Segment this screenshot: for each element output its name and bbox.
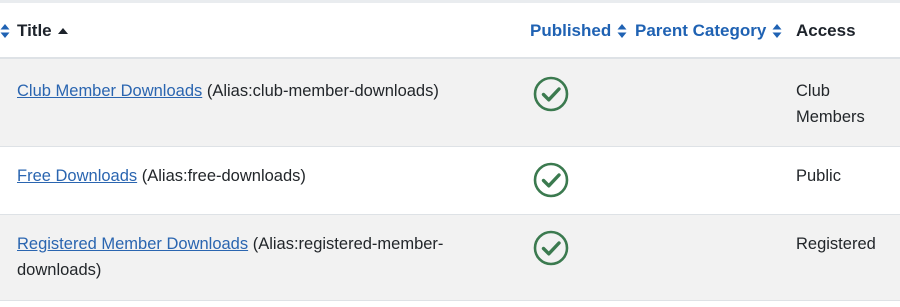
sort-ascending-icon	[57, 26, 68, 36]
category-alias: (Alias:free-downloads)	[141, 167, 306, 185]
column-header-title[interactable]: Title	[17, 3, 68, 59]
access-cell: Registered	[796, 235, 876, 253]
column-header-access-label: Access	[796, 21, 856, 40]
column-header-title-label: Title	[17, 21, 52, 40]
table-row: Free Downloads (Alias:free-downloads) Pu…	[0, 147, 900, 215]
title-cell: Free Downloads (Alias:free-downloads)	[17, 163, 497, 189]
column-header-parent-category-label: Parent Category	[635, 21, 767, 40]
title-cell: Club Member Downloads (Alias:club-member…	[17, 78, 497, 104]
title-cell: Registered Member Downloads (Alias:regis…	[17, 231, 477, 283]
access-cell: Club Members	[796, 82, 865, 126]
published-check-icon	[533, 230, 569, 266]
access-cell: Public	[796, 167, 841, 185]
table-row: Club Member Downloads (Alias:club-member…	[0, 59, 900, 147]
category-table: Title Published Parent Category Access C…	[0, 0, 900, 307]
published-toggle[interactable]	[533, 230, 569, 266]
column-header-published[interactable]: Published	[530, 3, 627, 59]
column-header-access: Access	[796, 3, 856, 59]
table-header: Title Published Parent Category Access	[0, 3, 900, 59]
published-toggle[interactable]	[533, 76, 569, 112]
column-header-published-label: Published	[530, 21, 612, 40]
sort-both-icon	[617, 23, 627, 39]
sort-both-icon	[0, 23, 10, 39]
category-title-link[interactable]: Registered Member Downloads	[17, 235, 248, 253]
category-alias: (Alias:club-member-downloads)	[206, 82, 439, 100]
sort-both-icon	[772, 23, 782, 39]
table-row: Registered Member Downloads (Alias:regis…	[0, 215, 900, 301]
published-toggle[interactable]	[533, 162, 569, 198]
category-title-link[interactable]: Club Member Downloads	[17, 82, 202, 100]
published-check-icon	[533, 76, 569, 112]
checkbox-sort-icon[interactable]	[0, 3, 10, 59]
category-title-link[interactable]: Free Downloads	[17, 167, 137, 185]
column-header-parent-category[interactable]: Parent Category	[635, 3, 782, 59]
published-check-icon	[533, 162, 569, 198]
